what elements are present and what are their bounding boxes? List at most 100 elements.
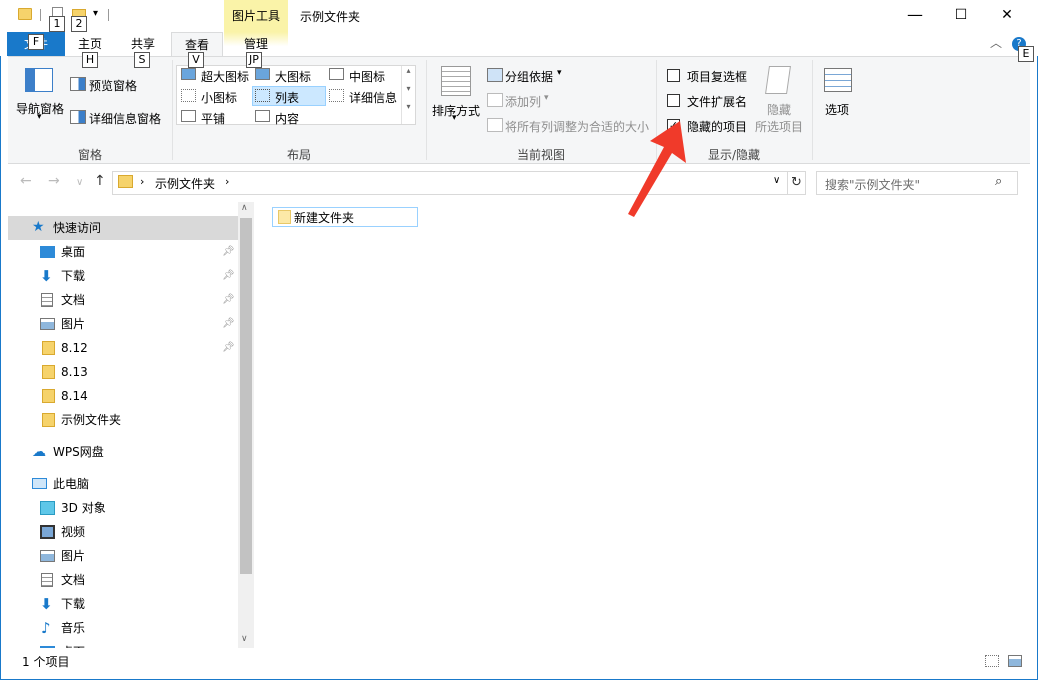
nav-label: 3D 对象 (61, 501, 106, 515)
group-divider (426, 60, 427, 160)
add-columns-button[interactable]: 添加列 (505, 93, 541, 110)
desktop-icon (40, 246, 55, 258)
details-pane-button[interactable]: 详细信息窗格 (89, 110, 161, 127)
video-icon (40, 525, 55, 539)
nav-scrollbar-thumb[interactable] (240, 218, 252, 574)
nav-item-pictures[interactable]: 图片 (8, 544, 238, 568)
keytip-s: S (134, 52, 150, 68)
pin-icon[interactable]: 📌︎ (222, 336, 235, 360)
nav-item-folder[interactable]: 示例文件夹 (8, 408, 238, 432)
hide-selected-label-2[interactable]: 所选项目 (755, 118, 803, 135)
nav-label: WPS网盘 (53, 445, 104, 459)
nav-label: 桌面 (61, 640, 85, 648)
status-bar: 1 个项目 (8, 650, 1030, 672)
scroll-down-icon[interactable]: ∨ (241, 634, 248, 644)
keytip-1: 1 (49, 16, 65, 32)
chevron-down-icon[interactable]: ▾ (557, 68, 562, 78)
chevron-down-icon[interactable]: ∨ (773, 175, 780, 186)
options-icon (824, 68, 852, 92)
size-columns-icon (487, 118, 503, 132)
search-input[interactable]: 搜索"示例文件夹" (816, 171, 1018, 195)
pin-icon[interactable]: 📌︎ (222, 264, 235, 288)
nav-item-folder[interactable]: 8.13 (8, 360, 238, 384)
pin-icon[interactable]: 📌︎ (222, 312, 235, 336)
chevron-right-icon[interactable]: › (140, 175, 144, 188)
nav-item-desktop[interactable]: 桌面 (8, 640, 238, 648)
close-button[interactable]: ✕ (984, 0, 1030, 32)
nav-item-documents[interactable]: 文档 (8, 568, 238, 592)
annotation-arrow (628, 121, 686, 217)
nav-quick-access[interactable]: ★ 快速访问 (8, 216, 238, 240)
toolbar-divider (108, 9, 109, 21)
nav-wps-cloud[interactable]: ☁ WPS网盘 (8, 440, 238, 464)
back-icon[interactable]: ← (20, 173, 32, 189)
search-icon[interactable]: ⌕ (995, 174, 1002, 189)
download-icon: ⬇ (40, 267, 53, 285)
item-checkboxes-checkbox[interactable] (667, 69, 680, 82)
nav-item-documents[interactable]: 文档 📌︎ (8, 288, 238, 312)
picture-icon (40, 550, 55, 562)
customize-toolbar-dropdown[interactable]: ▾ (93, 8, 98, 19)
nav-item-downloads[interactable]: ⬇ 下载 📌︎ (8, 264, 238, 288)
large-icons-view-icon[interactable] (1008, 655, 1022, 667)
forward-icon[interactable]: → (48, 173, 60, 189)
small-icons-icon (181, 89, 196, 102)
keytip-2: 2 (71, 16, 87, 32)
chevron-down-icon[interactable]: ▾ (452, 113, 457, 123)
group-by-button[interactable]: 分组依据 (505, 68, 553, 85)
breadcrumb-folder[interactable]: 示例文件夹 (155, 175, 215, 192)
preview-pane-button[interactable]: 预览窗格 (89, 77, 137, 94)
refresh-icon[interactable]: ↻ (787, 171, 806, 195)
nav-item-videos[interactable]: 视频 (8, 520, 238, 544)
minimize-button[interactable]: — (892, 0, 938, 32)
chevron-right-icon[interactable]: › (225, 175, 229, 188)
nav-this-pc[interactable]: 此电脑 (8, 472, 238, 496)
file-extensions-checkbox[interactable] (667, 94, 680, 107)
nav-item-music[interactable]: ♪ 音乐 (8, 616, 238, 640)
up-icon[interactable]: ↑ (94, 173, 106, 189)
layout-list[interactable]: 列表 (275, 89, 299, 106)
nav-item-pictures[interactable]: 图片 📌︎ (8, 312, 238, 336)
details-view-icon[interactable] (985, 655, 999, 667)
download-icon: ⬇ (40, 595, 53, 613)
nav-item-desktop[interactable]: 桌面 📌︎ (8, 240, 238, 264)
navigation-pane-icon (25, 68, 53, 92)
maximize-button[interactable]: ☐ (938, 0, 984, 32)
layout-medium-icons[interactable]: 中图标 (349, 68, 385, 85)
pin-icon[interactable]: 📌︎ (222, 240, 235, 264)
layout-tiles[interactable]: 平铺 (201, 110, 225, 127)
sort-by-icon (441, 66, 471, 96)
layout-large-icons[interactable]: 大图标 (275, 68, 311, 85)
layout-small-icons[interactable]: 小图标 (201, 89, 237, 106)
add-columns-icon (487, 93, 503, 107)
chevron-down-icon[interactable]: ▾ (37, 112, 42, 122)
nav-label: 8.12 (61, 341, 88, 355)
layout-gallery-scroll[interactable]: ▴ ▾ ▾ (401, 66, 415, 124)
options-button[interactable]: 选项 (825, 101, 849, 118)
folder-icon (42, 365, 55, 379)
folder-icon (42, 341, 55, 355)
folder-icon (42, 413, 55, 427)
recent-locations-icon[interactable]: ∨ (76, 177, 83, 188)
layout-extra-large-icons[interactable]: 超大图标 (201, 68, 249, 85)
scroll-up-icon[interactable]: ∧ (241, 203, 248, 213)
nav-item-3d-objects[interactable]: 3D 对象 (8, 496, 238, 520)
layout-details[interactable]: 详细信息 (349, 89, 397, 106)
nav-label: 桌面 (61, 245, 86, 259)
tiles-icon (181, 110, 196, 122)
hide-selected-label-1[interactable]: 隐藏 (767, 101, 791, 118)
nav-label: 8.14 (61, 389, 88, 403)
music-icon: ♪ (41, 619, 51, 637)
file-extensions-label: 文件扩展名 (687, 95, 748, 109)
layout-group-label: 布局 (286, 148, 311, 162)
nav-item-folder[interactable]: 8.12 📌︎ (8, 336, 238, 360)
nav-item-folder[interactable]: 8.14 (8, 384, 238, 408)
cloud-icon: ☁ (32, 444, 46, 460)
nav-label: 下载 (61, 269, 86, 283)
layout-content[interactable]: 内容 (275, 110, 299, 127)
pin-icon[interactable]: 📌︎ (222, 288, 235, 312)
nav-label: 8.13 (61, 365, 88, 379)
nav-label: 快速访问 (53, 221, 102, 235)
nav-item-downloads[interactable]: ⬇ 下载 (8, 592, 238, 616)
collapse-ribbon-icon[interactable]: ︿ (990, 34, 1002, 51)
